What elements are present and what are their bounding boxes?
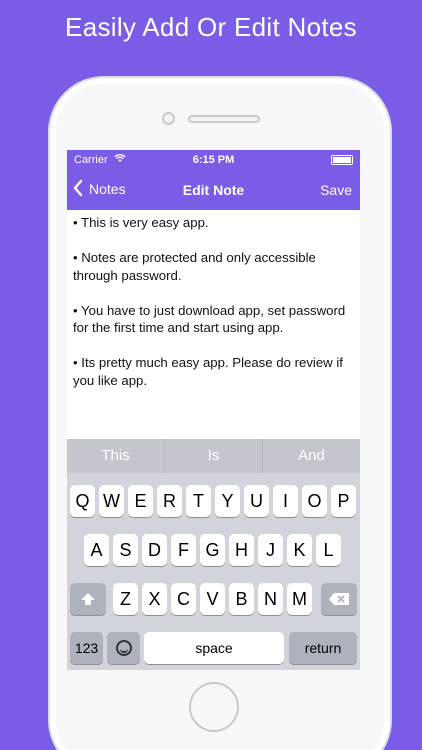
key-row-4: 123 space return — [67, 632, 360, 664]
key-p[interactable]: P — [331, 485, 356, 517]
key-u[interactable]: U — [244, 485, 269, 517]
suggestion-bar: This Is And — [67, 439, 360, 473]
key-g[interactable]: G — [200, 534, 225, 566]
key-v[interactable]: V — [200, 583, 225, 615]
key-y[interactable]: Y — [215, 485, 240, 517]
return-key[interactable]: return — [289, 632, 357, 664]
camera — [162, 112, 175, 125]
shift-key[interactable] — [70, 583, 106, 615]
navigation-bar: Notes Edit Note Save — [67, 170, 360, 210]
key-b[interactable]: B — [229, 583, 254, 615]
home-button[interactable] — [189, 682, 239, 732]
key-row-2: A S D F G H J K L — [67, 534, 360, 566]
note-paragraph: • This is very easy app. — [73, 215, 209, 230]
status-bar: Carrier 6:15 PM — [67, 150, 360, 170]
emoji-key[interactable] — [107, 632, 140, 664]
key-x[interactable]: X — [142, 583, 167, 615]
back-button[interactable]: Notes — [73, 179, 126, 199]
key-q[interactable]: Q — [70, 485, 95, 517]
key-i[interactable]: I — [273, 485, 298, 517]
key-t[interactable]: T — [186, 485, 211, 517]
key-e[interactable]: E — [128, 485, 153, 517]
note-text-area[interactable]: • This is very easy app. • Notes are pro… — [73, 214, 355, 407]
suggestion-1[interactable]: This — [67, 439, 164, 473]
shift-icon — [80, 590, 96, 610]
key-o[interactable]: O — [302, 485, 327, 517]
back-label: Notes — [89, 181, 126, 197]
note-paragraph: • Its pretty much easy app. Please do re… — [73, 355, 343, 388]
numbers-key[interactable]: 123 — [70, 632, 103, 664]
key-f[interactable]: F — [171, 534, 196, 566]
key-j[interactable]: J — [258, 534, 283, 566]
key-k[interactable]: K — [287, 534, 312, 566]
key-c[interactable]: C — [171, 583, 196, 615]
delete-icon — [328, 590, 350, 610]
suggestion-2[interactable]: Is — [164, 439, 262, 473]
chevron-left-icon — [73, 179, 83, 199]
status-time: 6:15 PM — [192, 154, 235, 166]
key-row-1: Q W E R T Y U I O P — [67, 485, 360, 517]
keyboard: This Is And Q W E R T Y U I O P A S D F … — [67, 439, 360, 670]
key-m[interactable]: M — [287, 583, 312, 615]
battery-icon — [331, 155, 353, 165]
key-l[interactable]: L — [316, 534, 341, 566]
suggestion-3[interactable]: And — [262, 439, 360, 473]
key-s[interactable]: S — [113, 534, 138, 566]
key-r[interactable]: R — [157, 485, 182, 517]
note-paragraph: • You have to just download app, set pas… — [73, 302, 346, 336]
save-button[interactable]: Save — [320, 182, 352, 198]
key-z[interactable]: Z — [113, 583, 138, 615]
key-a[interactable]: A — [84, 534, 109, 566]
space-key[interactable]: space — [144, 632, 284, 664]
key-h[interactable]: H — [229, 534, 254, 566]
delete-key[interactable] — [321, 583, 357, 615]
key-row-3: Z X C V B N M — [67, 583, 360, 615]
phone-screen: Carrier 6:15 PM Notes Edit Note Save • T… — [67, 150, 360, 670]
key-d[interactable]: D — [142, 534, 167, 566]
emoji-icon — [115, 640, 132, 656]
key-n[interactable]: N — [258, 583, 283, 615]
note-paragraph: • Notes are protected and only accessibl… — [73, 250, 316, 283]
key-w[interactable]: W — [99, 485, 124, 517]
speaker — [188, 115, 260, 123]
headline: Easily Add Or Edit Notes — [65, 12, 357, 42]
